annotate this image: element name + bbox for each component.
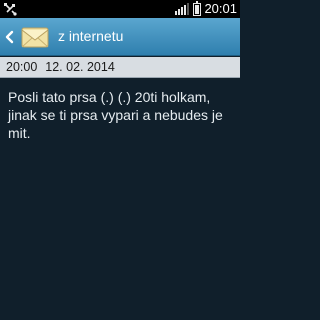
back-icon[interactable]: [5, 30, 15, 44]
sender-title: z internetu: [58, 28, 124, 44]
signal-icon: [175, 3, 190, 15]
envelope-icon: [21, 27, 49, 48]
message-time: 20:00: [6, 60, 38, 74]
message-body: Posli tato prsa (.) (.) 20ti holkam, jin…: [8, 89, 223, 141]
status-clock: 20:01: [204, 1, 237, 16]
battery-icon: [193, 0, 202, 16]
status-bar: 20:01: [0, 0, 240, 18]
message-meta: 20:00 12. 02. 2014: [0, 57, 240, 78]
message-date: 12. 02. 2014: [45, 60, 115, 74]
usb-icon: [4, 3, 17, 16]
conversation-header: z internetu: [0, 18, 240, 56]
